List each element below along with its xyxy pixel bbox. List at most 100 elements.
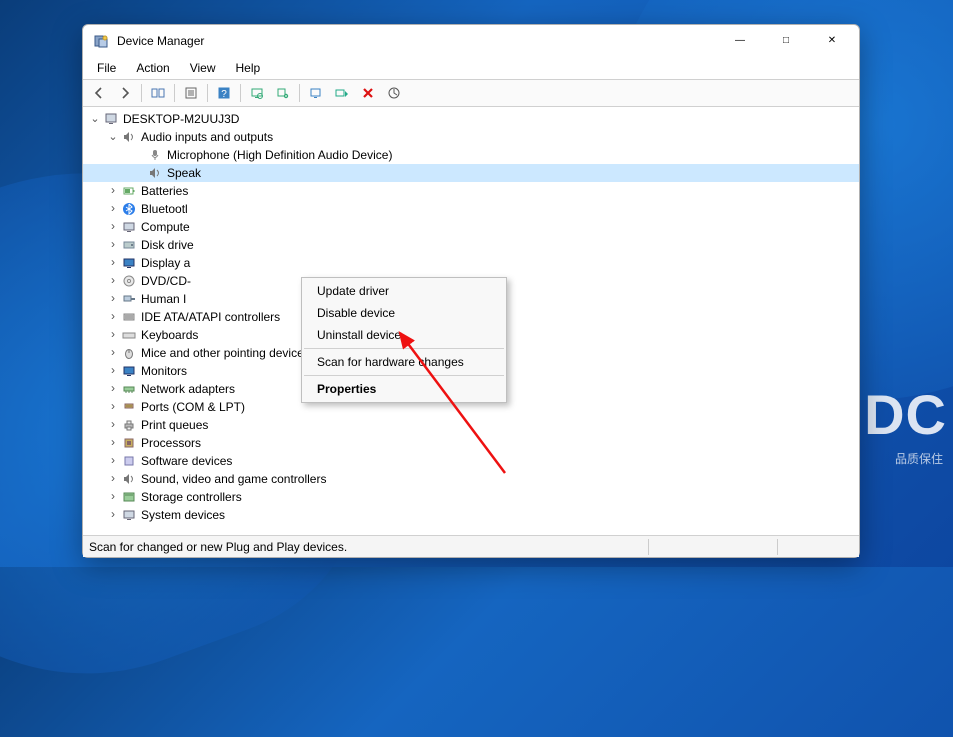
category-software-devices[interactable]: Software devices: [83, 452, 859, 470]
category-disk-drives[interactable]: Disk drive: [83, 236, 859, 254]
category-label: Mice and other pointing devices: [141, 346, 310, 360]
expander-icon[interactable]: [105, 291, 121, 307]
mouse-icon: [121, 345, 137, 361]
toolbar-separator: [174, 84, 175, 102]
add-legacy-hardware-button[interactable]: [271, 82, 295, 104]
category-computer[interactable]: Compute: [83, 218, 859, 236]
battery-icon: [121, 183, 137, 199]
expander-icon[interactable]: [105, 417, 121, 433]
expander-icon[interactable]: [105, 201, 121, 217]
category-label: DVD/CD-: [141, 274, 191, 288]
expander-icon[interactable]: [105, 363, 121, 379]
bluetooth-icon: [121, 201, 137, 217]
minimize-button[interactable]: —: [717, 26, 763, 56]
ctx-scan-hardware[interactable]: Scan for hardware changes: [303, 351, 505, 373]
expander-icon[interactable]: [105, 129, 121, 145]
speaker-icon: [147, 165, 163, 181]
expander-icon[interactable]: [105, 507, 121, 523]
expander-icon[interactable]: [105, 345, 121, 361]
window-title: Device Manager: [117, 34, 204, 48]
category-label: Print queues: [141, 418, 208, 432]
watermark-sub: 品质保住: [895, 450, 943, 467]
expander-icon[interactable]: [105, 183, 121, 199]
category-storage[interactable]: Storage controllers: [83, 488, 859, 506]
category-label: Ports (COM & LPT): [141, 400, 245, 414]
category-label: Keyboards: [141, 328, 198, 342]
update-driver-button[interactable]: [304, 82, 328, 104]
toolbar-separator: [240, 84, 241, 102]
statusbar-text: Scan for changed or new Plug and Play de…: [89, 540, 644, 554]
menu-file[interactable]: File: [89, 59, 124, 77]
expander-icon[interactable]: [105, 399, 121, 415]
category-label: Monitors: [141, 364, 187, 378]
disable-device-button[interactable]: [382, 82, 406, 104]
expander-icon[interactable]: [105, 489, 121, 505]
menu-action[interactable]: Action: [128, 59, 177, 77]
enable-device-button[interactable]: [330, 82, 354, 104]
context-menu: Update driver Disable device Uninstall d…: [301, 277, 507, 403]
category-label: Display a: [141, 256, 190, 270]
hid-icon: [121, 291, 137, 307]
ctx-properties[interactable]: Properties: [303, 378, 505, 400]
dvd-icon: [121, 273, 137, 289]
toolbar-separator: [141, 84, 142, 102]
storage-icon: [121, 489, 137, 505]
tree-root-label: DESKTOP-M2UUJ3D: [123, 112, 239, 126]
sound-icon: [121, 471, 137, 487]
maximize-button[interactable]: □: [763, 26, 809, 56]
category-display-adapters[interactable]: Display a: [83, 254, 859, 272]
device-speakers[interactable]: Speak: [83, 164, 859, 182]
expander-icon[interactable]: [105, 471, 121, 487]
statusbar: Scan for changed or new Plug and Play de…: [83, 535, 859, 557]
computer-icon: [103, 111, 119, 127]
menu-help[interactable]: Help: [228, 59, 269, 77]
microphone-icon: [147, 147, 163, 163]
expander-icon[interactable]: [105, 381, 121, 397]
expander-icon[interactable]: [105, 453, 121, 469]
app-icon: [93, 33, 109, 49]
show-hide-console-button[interactable]: [146, 82, 170, 104]
uninstall-device-button[interactable]: [356, 82, 380, 104]
scan-hardware-button[interactable]: [245, 82, 269, 104]
ctx-update-driver[interactable]: Update driver: [303, 280, 505, 302]
device-label: Speak: [167, 166, 201, 180]
category-sound[interactable]: Sound, video and game controllers: [83, 470, 859, 488]
computer-icon: [121, 219, 137, 235]
expander-icon[interactable]: [105, 219, 121, 235]
expander-icon[interactable]: [105, 255, 121, 271]
category-system-devices[interactable]: System devices: [83, 506, 859, 524]
expander-icon[interactable]: [105, 273, 121, 289]
expander-icon[interactable]: [105, 237, 121, 253]
close-button[interactable]: ✕: [809, 26, 855, 56]
category-label: Processors: [141, 436, 201, 450]
category-print-queues[interactable]: Print queues: [83, 416, 859, 434]
category-processors[interactable]: Processors: [83, 434, 859, 452]
expander-icon[interactable]: [87, 111, 103, 127]
category-audio[interactable]: Audio inputs and outputs: [83, 128, 859, 146]
system-icon: [121, 507, 137, 523]
menu-view[interactable]: View: [182, 59, 224, 77]
keyboard-icon: [121, 327, 137, 343]
statusbar-separator: [777, 539, 778, 555]
category-bluetooth[interactable]: Bluetootl: [83, 200, 859, 218]
forward-button[interactable]: [113, 82, 137, 104]
expander-icon[interactable]: [105, 309, 121, 325]
device-microphone[interactable]: Microphone (High Definition Audio Device…: [83, 146, 859, 164]
category-batteries[interactable]: Batteries: [83, 182, 859, 200]
watermark: IDC: [848, 382, 947, 447]
back-button[interactable]: [87, 82, 111, 104]
help-button[interactable]: ?: [212, 82, 236, 104]
device-manager-window: Device Manager — □ ✕ File Action View He…: [82, 24, 860, 558]
category-label: Compute: [141, 220, 190, 234]
ctx-disable-device[interactable]: Disable device: [303, 302, 505, 324]
device-label: Microphone (High Definition Audio Device…: [167, 148, 392, 162]
ide-icon: [121, 309, 137, 325]
category-label: Batteries: [141, 184, 188, 198]
ctx-uninstall-device[interactable]: Uninstall device: [303, 324, 505, 346]
category-label: Network adapters: [141, 382, 235, 396]
content-area: DESKTOP-M2UUJ3D Audio inputs and outputs…: [83, 107, 859, 535]
expander-icon[interactable]: [105, 327, 121, 343]
tree-root[interactable]: DESKTOP-M2UUJ3D: [83, 110, 859, 128]
expander-icon[interactable]: [105, 435, 121, 451]
properties-button[interactable]: [179, 82, 203, 104]
